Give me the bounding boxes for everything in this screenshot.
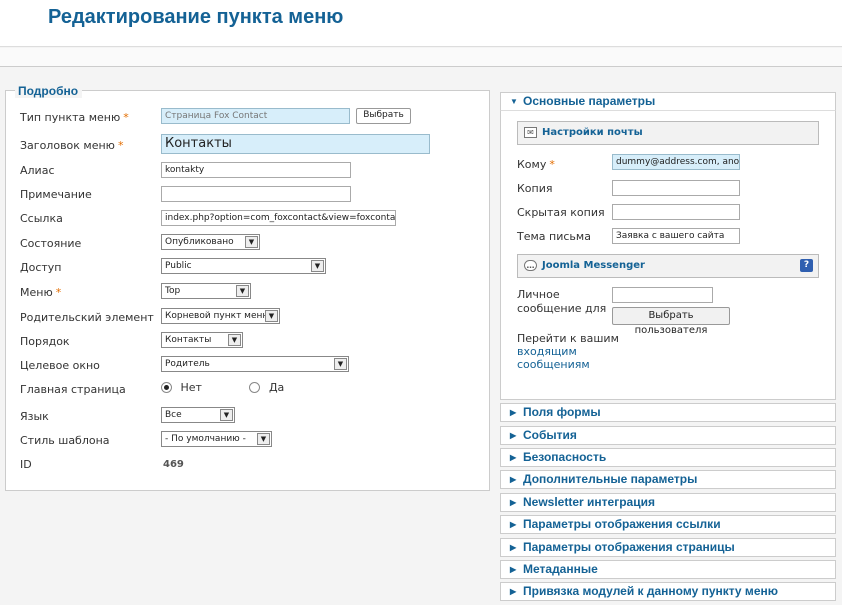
access-value: Public <box>165 261 192 271</box>
inbox-text: Перейти к вашим <box>517 332 619 345</box>
parent-value: Корневой пункт меню <box>165 311 270 321</box>
toolbar-strip <box>0 48 842 67</box>
home-label: Главная страница <box>20 383 126 396</box>
accordion-extra-params[interactable]: ▶ Дополнительные параметры <box>500 470 836 489</box>
target-label: Целевое окно <box>20 359 100 372</box>
accordion-form-fields[interactable]: ▶ Поля формы <box>500 403 836 422</box>
id-value: 469 <box>163 459 184 470</box>
home-no-label: Нет <box>180 381 202 394</box>
link-input[interactable]: index.php?option=com_foxcontact&view=fox… <box>161 210 396 226</box>
access-select[interactable]: Public ▼ <box>161 258 326 274</box>
accordion-newsletter[interactable]: ▶ Newsletter интеграция <box>500 493 836 512</box>
home-yes-label: Да <box>268 381 285 394</box>
page-header: Редактирование пункта меню <box>0 0 842 47</box>
pm-label: Личное сообщение для <box>517 288 607 315</box>
accordion-link-display[interactable]: ▶ Параметры отображения ссылки <box>500 515 836 534</box>
triangle-right-icon: ▶ <box>510 498 517 507</box>
speech-bubble-icon: … <box>524 260 537 271</box>
chevron-down-icon: ▼ <box>245 236 258 248</box>
menu-title-input[interactable]: Контакты <box>161 134 430 154</box>
state-label: Состояние <box>20 237 82 250</box>
home-yes-radio[interactable] <box>249 382 261 393</box>
lang-value: Все <box>165 410 182 420</box>
menu-select[interactable]: Top ▼ <box>161 283 251 299</box>
triangle-right-icon: ▶ <box>510 408 517 417</box>
messenger-header: … Joomla Messenger? <box>517 254 819 278</box>
chevron-down-icon: ▼ <box>257 433 270 445</box>
target-value: Родитель <box>165 359 210 369</box>
accordion-basic-params[interactable]: ▼ Основные параметры <box>500 92 836 111</box>
accordion-events[interactable]: ▶ События <box>500 426 836 445</box>
inbox-link-part1[interactable]: входящим <box>517 345 619 358</box>
chevron-down-icon: ▼ <box>220 409 233 421</box>
menu-type-field: Страница Fox Contact <box>161 108 350 124</box>
state-value: Опубликовано <box>165 237 234 247</box>
triangle-right-icon: ▶ <box>510 587 517 596</box>
menu-value: Top <box>165 286 181 296</box>
accordion-security[interactable]: ▶ Безопасность <box>500 448 836 467</box>
pm-user-input[interactable] <box>612 287 713 303</box>
parent-label: Родительский элемент <box>20 311 154 324</box>
home-radio-group: Нет Да <box>161 381 284 394</box>
page-title: Редактирование пункта меню <box>48 6 344 28</box>
accordion-metadata[interactable]: ▶ Метаданные <box>500 560 836 579</box>
style-value: - По умолчанию - <box>165 434 246 444</box>
triangle-right-icon: ▶ <box>510 453 517 462</box>
chevron-down-icon: ▼ <box>228 334 241 346</box>
subject-input[interactable]: Заявка с вашего сайта <box>612 228 740 244</box>
order-select[interactable]: Контакты ▼ <box>161 332 243 348</box>
accordion-page-display[interactable]: ▶ Параметры отображения страницы <box>500 538 836 557</box>
to-label: Кому * <box>517 158 555 171</box>
link-label: Ссылка <box>20 212 63 225</box>
order-label: Порядок <box>20 335 70 348</box>
home-no-radio[interactable] <box>161 382 172 393</box>
chevron-down-icon: ▼ <box>236 285 249 297</box>
title-label: Заголовок меню * <box>20 139 124 152</box>
select-user-button[interactable]: Выбрать пользователя <box>612 307 730 336</box>
inbox-block: Перейти к вашим входящим сообщениям <box>517 332 619 371</box>
parent-select[interactable]: Корневой пункт меню ▼ <box>161 308 280 324</box>
triangle-down-icon: ▼ <box>510 97 518 106</box>
state-select[interactable]: Опубликовано ▼ <box>161 234 260 250</box>
triangle-right-icon: ▶ <box>510 475 517 484</box>
to-input[interactable]: dummy@address.com, anothe <box>612 154 740 170</box>
mail-settings-header: ✉ Настройки почты <box>517 121 819 145</box>
mail-icon: ✉ <box>524 127 537 138</box>
style-select[interactable]: - По умолчанию - ▼ <box>161 431 272 447</box>
triangle-right-icon: ▶ <box>510 543 517 552</box>
cc-label: Копия <box>517 182 553 195</box>
alias-input[interactable]: kontakty <box>161 162 351 178</box>
id-label: ID <box>20 458 32 471</box>
target-select[interactable]: Родитель ▼ <box>161 356 349 372</box>
chevron-down-icon: ▼ <box>334 358 347 370</box>
note-input[interactable] <box>161 186 351 202</box>
triangle-right-icon: ▶ <box>510 520 517 529</box>
accordion-module-assignment[interactable]: ▶ Привязка модулей к данному пункту меню <box>500 582 836 601</box>
style-label: Стиль шаблона <box>20 434 110 447</box>
subject-label: Тема письма <box>517 230 591 243</box>
help-icon[interactable]: ? <box>800 259 813 272</box>
details-legend: Подробно <box>15 84 83 98</box>
menu-label: Меню * <box>20 286 62 299</box>
note-label: Примечание <box>20 188 92 201</box>
alias-label: Алиас <box>20 164 55 177</box>
order-value: Контакты <box>165 335 212 345</box>
triangle-right-icon: ▶ <box>510 431 517 440</box>
chevron-down-icon: ▼ <box>311 260 324 272</box>
lang-label: Язык <box>20 410 49 423</box>
lang-select[interactable]: Все ▼ <box>161 407 235 423</box>
access-label: Доступ <box>20 261 62 274</box>
inbox-link-part2[interactable]: сообщениям <box>517 358 619 371</box>
bcc-input[interactable] <box>612 204 740 220</box>
select-type-button[interactable]: Выбрать <box>356 108 411 124</box>
chevron-down-icon: ▼ <box>265 310 278 322</box>
bcc-label: Скрытая копия <box>517 206 605 219</box>
cc-input[interactable] <box>612 180 740 196</box>
type-label: Тип пункта меню * <box>20 111 129 124</box>
triangle-right-icon: ▶ <box>510 565 517 574</box>
